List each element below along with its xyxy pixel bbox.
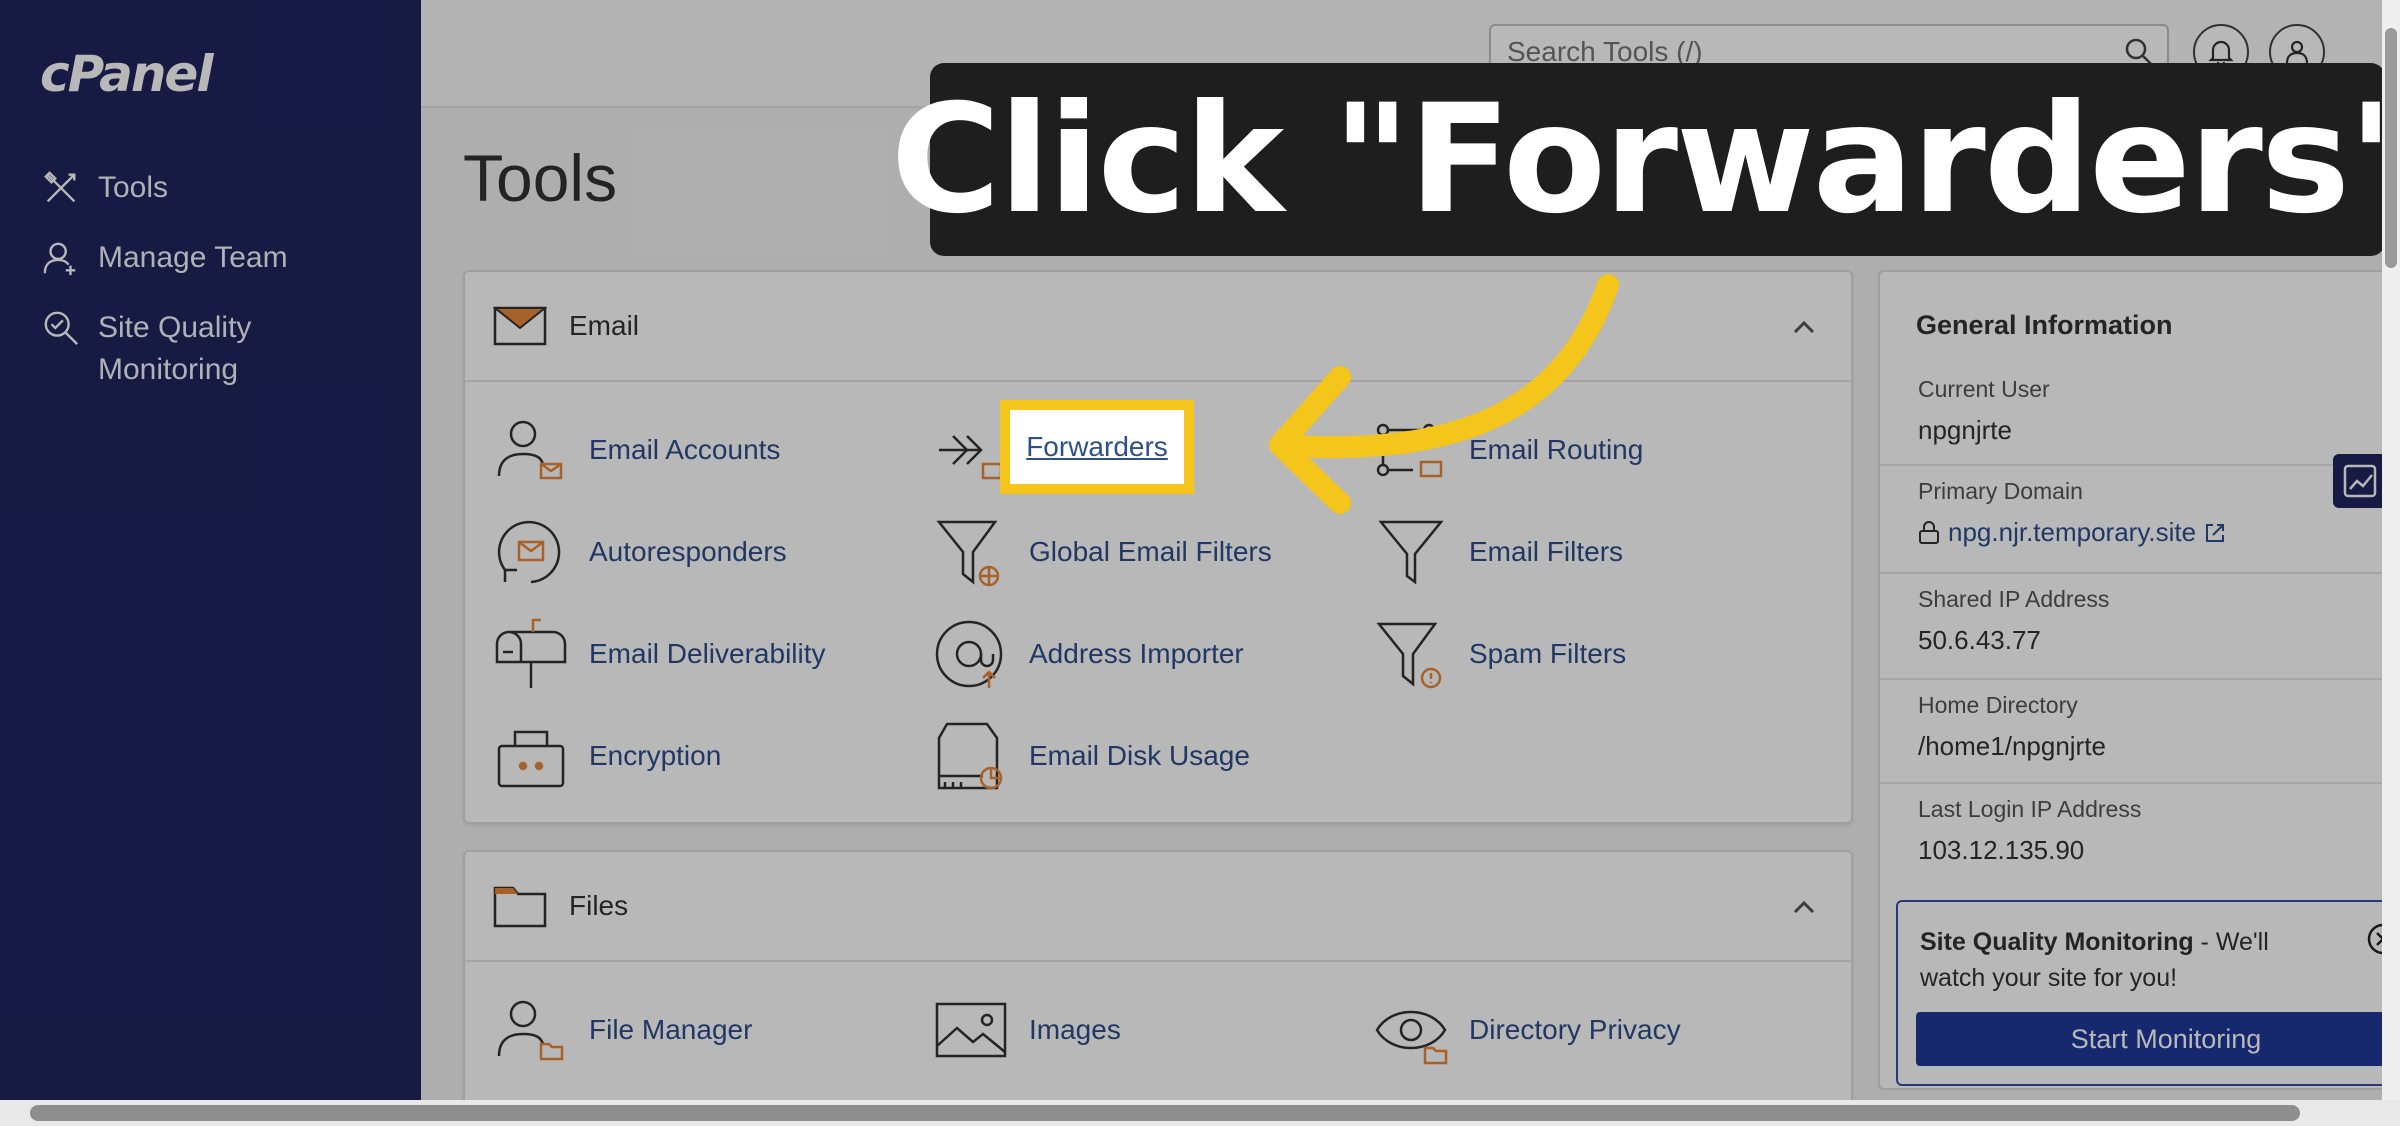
primary-domain-row: Primary Domain npg.njr.temporary.site [1880,464,2400,548]
tool-email-disk-usage[interactable]: Email Disk Usage [933,718,1250,794]
image-icon [935,1002,1007,1058]
tool-address-importer[interactable]: Address Importer [933,616,1244,692]
tool-label: Email Accounts [589,434,781,465]
info-label: Last Login IP Address [1918,796,2142,822]
chart-icon [2343,464,2377,498]
tool-file-manager[interactable]: File Manager [493,992,752,1068]
stats-toggle-button[interactable] [2333,454,2387,508]
tools-icon [40,167,82,209]
sidebar-item-label: Site Quality [98,311,252,344]
info-label: Primary Domain [1918,478,2083,504]
last-login-value: 103.12.135.90 [1918,835,2085,865]
tool-label: File Manager [589,1014,753,1045]
files-section-header[interactable]: Files [465,852,1851,962]
panel-title: General Information [1916,310,2173,340]
files-section-card: Files File Manager Images Directory Priv… [463,850,1853,1110]
tool-label: Email Deliverability [589,638,826,669]
mailbox-icon [495,618,567,688]
autoresponders-icon [497,520,561,584]
shared-ip-row: Shared IP Address 50.6.43.77 [1880,572,2400,656]
start-monitoring-button[interactable]: Start Monitoring [1916,1012,2400,1066]
tool-label: Address Importer [1029,638,1244,669]
pointer-arrow-icon [1269,274,1619,514]
tool-global-email-filters[interactable]: Global Email Filters [933,514,1272,590]
current-user-value: npgnjrte [1918,415,2012,445]
disk-usage-icon [937,722,1003,790]
tool-autoresponders[interactable]: Autoresponders [493,514,787,590]
tool-label: Global Email Filters [1029,536,1272,567]
global-filter-icon [936,520,1000,587]
external-link-icon [2206,523,2225,542]
envelope-icon [493,306,547,346]
tool-encryption[interactable]: Encryption [493,718,721,794]
site-quality-icon [40,307,82,349]
at-sign-icon [935,620,1003,688]
tool-label: Email Filters [1469,536,1624,567]
team-icon [40,237,82,279]
page-title: Tools [463,141,618,215]
tool-label: Encryption [589,740,722,771]
horizontal-scrollbar[interactable] [0,1100,2400,1126]
sidebar-item-label: Manage Team [98,241,288,274]
last-login-row: Last Login IP Address 103.12.135.90 [1880,782,2400,866]
sidebar-item-site-quality[interactable]: Site Quality Monitoring [40,307,251,391]
email-section-header[interactable]: Email [465,272,1851,382]
tool-email-accounts[interactable]: Email Accounts [493,412,780,488]
file-manager-icon [497,1000,564,1061]
tool-email-deliverability[interactable]: Email Deliverability [493,616,826,692]
sidebar: cPanel Tools Manage Team Site Quality Mo… [0,0,421,1126]
primary-domain-value: npg.njr.temporary.site [1948,517,2197,547]
eye-icon [1375,1010,1448,1065]
current-user-row: Current User npgnjrte [1880,364,2400,446]
email-accounts-icon [497,420,563,480]
home-directory-value: /home1/npgnjrte [1918,731,2106,761]
promo-text: Site Quality Monitoring - We'll watch yo… [1920,924,2340,996]
shared-ip-value: 50.6.43.77 [1918,625,2041,655]
lock-icon [497,730,565,788]
email-section-card: Email Email Accounts Forwarders Email Ro… [463,270,1853,824]
site-quality-promo: Site Quality Monitoring - We'll watch yo… [1896,900,2400,1086]
forwarders-link[interactable]: Forwarders [1026,431,1168,463]
instruction-banner: Click "Forwarders" [891,63,2400,256]
lock-icon [1919,520,1939,544]
sidebar-item-tools[interactable]: Tools [40,167,168,209]
tool-label: Autoresponders [589,536,787,567]
tool-label: Directory Privacy [1469,1014,1681,1045]
chevron-up-icon[interactable] [1789,312,1819,342]
info-label: Shared IP Address [1918,586,2110,612]
forwarders-highlight[interactable]: Forwarders [1000,400,1194,494]
tool-label: Images [1029,1014,1121,1045]
folder-icon [493,886,547,928]
tool-label: Email Disk Usage [1029,740,1250,771]
tool-spam-filters[interactable]: Spam Filters [1373,616,1626,692]
info-label: Home Directory [1918,692,2078,718]
instruction-text: Click "Forwarders" [890,72,2400,247]
spam-filter-icon [1376,622,1442,689]
promo-title: Site Quality Monitoring [1920,928,2194,956]
sidebar-item-label-line2: Monitoring [98,353,239,386]
sidebar-item-manage-team[interactable]: Manage Team [40,237,288,279]
sidebar-item-label: Tools [98,171,169,204]
primary-domain-link[interactable]: npg.njr.temporary.site [1918,517,2400,548]
info-label: Current User [1918,376,2050,402]
tool-directory-privacy[interactable]: Directory Privacy [1373,992,1681,1068]
vertical-scrollbar[interactable] [2382,0,2400,1100]
forwarders-icon [939,435,1003,480]
tool-label: Spam Filters [1469,638,1627,669]
cpanel-logo[interactable]: cPanel [40,45,213,103]
tool-images[interactable]: Images [933,992,1121,1068]
section-title: Files [569,890,629,921]
chevron-up-icon[interactable] [1789,892,1819,922]
home-directory-row: Home Directory /home1/npgnjrte [1880,678,2400,762]
section-title: Email [569,310,640,341]
